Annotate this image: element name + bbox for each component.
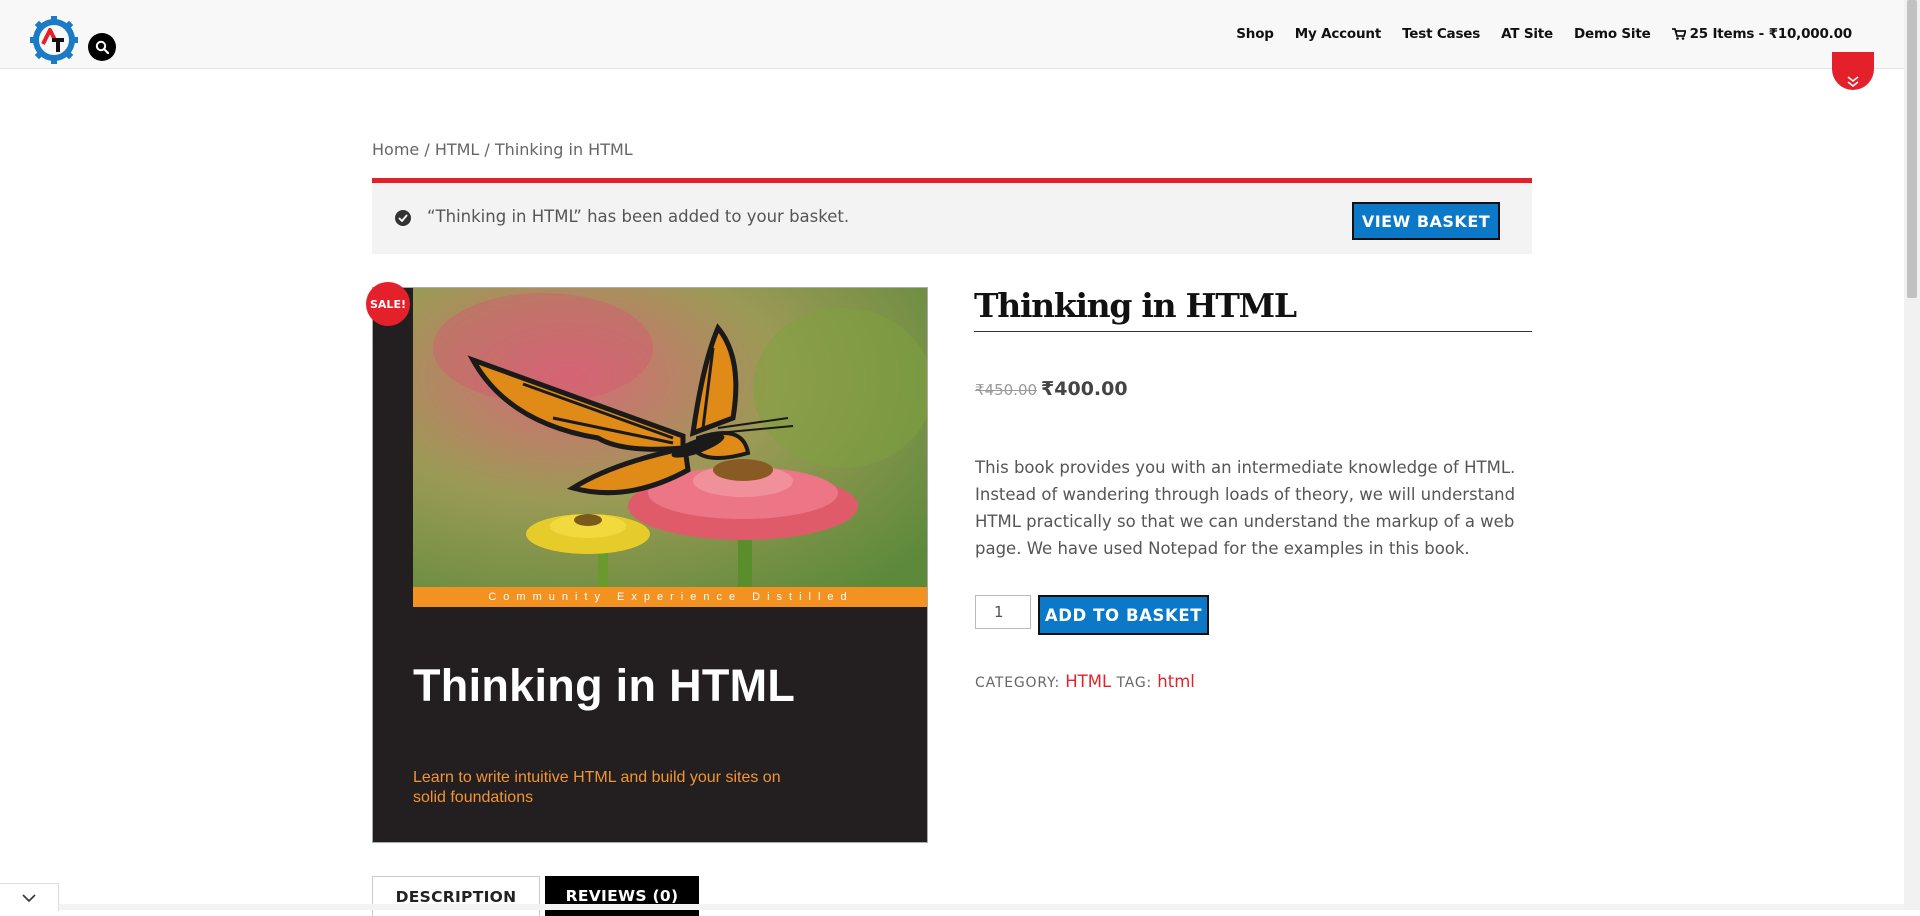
category-link[interactable]: HTML (1065, 672, 1111, 691)
nav-my-account[interactable]: My Account (1295, 26, 1382, 42)
add-to-basket-button[interactable]: ADD TO BASKET (1038, 595, 1209, 635)
product-image[interactable]: Community Experience Distilled Thinking … (372, 287, 928, 843)
notice-message: “Thinking in HTML” has been added to you… (427, 207, 850, 226)
cover-title: Thinking in HTML (413, 660, 796, 711)
category-label: CATEGORY: (975, 675, 1060, 691)
view-basket-button[interactable]: VIEW BASKET (1352, 202, 1500, 240)
chevron-down-icon (22, 893, 36, 902)
page-scrollbar[interactable] (1904, 0, 1920, 910)
tag-link[interactable]: html (1157, 672, 1195, 691)
nav-test-cases[interactable]: Test Cases (1402, 26, 1480, 42)
nav-shop[interactable]: Shop (1236, 26, 1274, 42)
sale-price: ₹400.00 (1041, 378, 1128, 400)
product-price: ₹450.00 ₹400.00 (975, 378, 1128, 400)
breadcrumb-home[interactable]: Home (372, 140, 419, 159)
nav-cart[interactable]: 25 Items - ₹10,000.00 (1671, 26, 1853, 42)
tab-description[interactable]: DESCRIPTION (372, 876, 540, 916)
search-button[interactable] (88, 33, 116, 61)
bottom-strip (0, 904, 1904, 910)
breadcrumb-category[interactable]: HTML (435, 140, 480, 159)
breadcrumb-current: Thinking in HTML (494, 140, 633, 159)
cart-icon (1671, 28, 1686, 40)
footer-toggle-button[interactable] (0, 883, 59, 911)
breadcrumb-separator: / (479, 140, 495, 159)
scrollbar-thumb[interactable] (1907, 0, 1917, 298)
cart-summary: 25 Items - ₹10,000.00 (1689, 26, 1853, 42)
sale-badge: SALE! (366, 282, 410, 326)
cover-subtitle: Learn to write intuitive HTML and build … (413, 769, 781, 806)
tag-label: TAG: (1116, 675, 1152, 691)
quantity-input[interactable] (975, 595, 1031, 629)
header-toggle-button[interactable] (1832, 52, 1874, 90)
breadcrumb-separator: / (419, 140, 435, 159)
breadcrumb: Home / HTML / Thinking in HTML (372, 140, 633, 159)
search-icon (95, 40, 109, 54)
product-meta: CATEGORY: HTML TAG: html (975, 672, 1195, 691)
site-logo-icon[interactable] (28, 14, 80, 66)
site-header: Shop My Account Test Cases AT Site Demo … (0, 0, 1904, 69)
added-to-basket-notice: “Thinking in HTML” has been added to you… (372, 178, 1532, 254)
check-circle-icon (395, 210, 411, 226)
chevron-double-down-icon (1847, 76, 1859, 88)
product-description: This book provides you with an intermedi… (975, 458, 1516, 558)
cover-band: Community Experience Distilled (413, 587, 927, 607)
nav-at-site[interactable]: AT Site (1501, 26, 1553, 42)
tab-reviews[interactable]: REVIEWS (0) (545, 876, 699, 916)
main-nav: Shop My Account Test Cases AT Site Demo … (1236, 0, 1852, 68)
product-title: Thinking in HTML (974, 286, 1532, 332)
butterfly-flower-photo (413, 288, 927, 588)
nav-demo-site[interactable]: Demo Site (1574, 26, 1651, 42)
old-price: ₹450.00 (975, 381, 1038, 399)
